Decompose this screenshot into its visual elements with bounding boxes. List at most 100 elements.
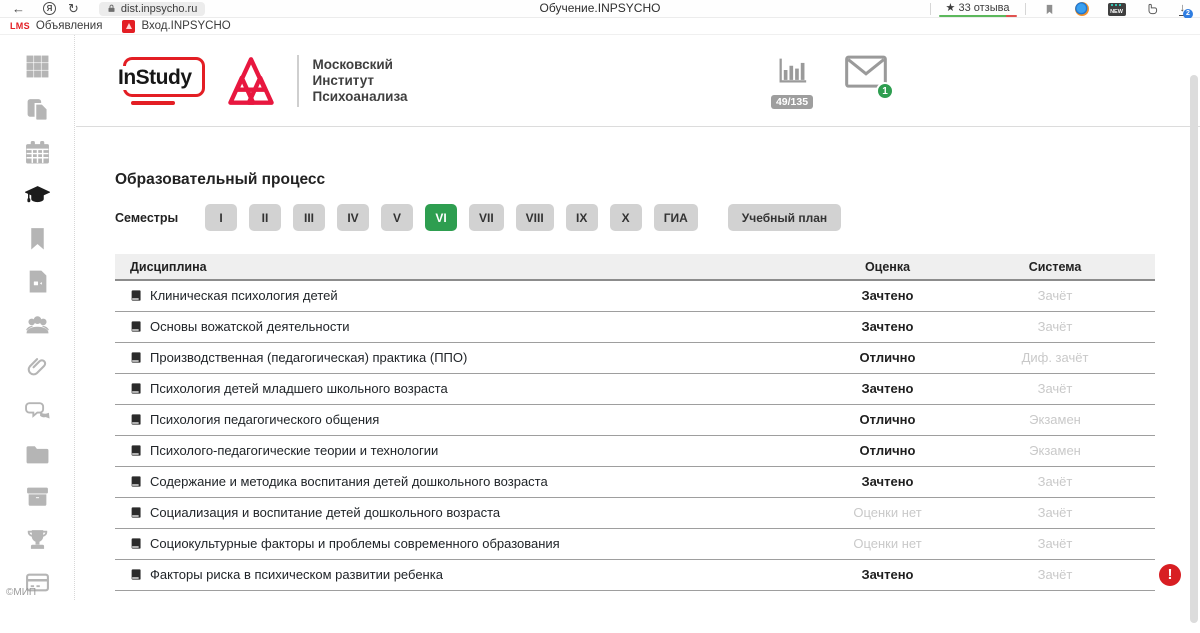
discipline-link[interactable]: Содержание и методика воспитания детей д… <box>150 474 548 489</box>
discipline-link[interactable]: Социокультурные факторы и проблемы совре… <box>150 536 560 551</box>
book-icon <box>130 537 143 550</box>
divider <box>297 55 299 107</box>
discipline-link[interactable]: Факторы риска в психическом развитии реб… <box>150 567 443 582</box>
alert-icon[interactable]: ! <box>1159 564 1181 586</box>
book-icon <box>130 320 143 333</box>
copyright-label: ©МИП <box>6 587 36 598</box>
hand-card-icon[interactable] <box>1145 2 1160 16</box>
discipline-link[interactable]: Психология детей младшего школьного возр… <box>150 381 448 396</box>
book-icon <box>130 382 143 395</box>
chat-icon <box>25 398 50 423</box>
column-header: Дисциплина <box>115 254 820 280</box>
semester-button-II[interactable]: II <box>249 204 281 231</box>
discipline-link[interactable]: Основы вожатской деятельности <box>150 319 350 334</box>
table-row: Психолого-педагогические теории и технол… <box>115 435 1155 466</box>
address-bar[interactable]: dist.inpsycho.ru <box>99 2 205 16</box>
discipline-link[interactable]: Психолого-педагогические теории и технол… <box>150 443 438 458</box>
extension-icon[interactable] <box>1075 2 1089 16</box>
sidebar-item-apps-grid[interactable] <box>25 54 50 79</box>
apps-grid-icon <box>25 54 50 79</box>
table-row: Основы вожатской деятельности ЗачтеноЗачё… <box>115 311 1155 342</box>
downloads-icon[interactable]: ↓ 2 <box>1179 3 1187 16</box>
graduation-cap-icon <box>25 183 50 208</box>
table-row: Социализация и воспитание детей дошкольн… <box>115 497 1155 528</box>
semester-button-V[interactable]: V <box>381 204 413 231</box>
system-cell: Зачёт <box>955 373 1155 404</box>
discipline-link[interactable]: Клиническая психология детей <box>150 288 338 303</box>
semester-button-VI[interactable]: VI <box>425 204 457 231</box>
bookmark-flag-icon[interactable] <box>1044 3 1055 16</box>
semester-button-IX[interactable]: IX <box>566 204 598 231</box>
table-row: Психология детей младшего школьного возр… <box>115 373 1155 404</box>
paperclip-icon <box>25 355 50 380</box>
new-extension-icon[interactable]: NEW <box>1108 3 1126 16</box>
trophy-icon <box>25 527 50 552</box>
bookmark-announcements[interactable]: LMS Объявления <box>10 20 102 32</box>
bookmark-icon <box>25 226 50 251</box>
table-row: Клиническая психология детейЗачтеноЗачёт <box>115 280 1155 311</box>
sidebar-item-calendar[interactable] <box>25 140 50 165</box>
scrollbar-thumb[interactable] <box>1190 75 1198 623</box>
reviews-rating-bar <box>939 15 1017 18</box>
institute-name[interactable]: Московский Институт Психоанализа <box>313 57 408 105</box>
discipline-link[interactable]: Производственная (педагогическая) практи… <box>150 350 467 365</box>
refresh-icon[interactable]: ↻ <box>68 2 79 15</box>
sidebar-item-users[interactable] <box>25 312 50 337</box>
site-header: InStudy Московский Институт Психоанализа <box>76 35 1200 127</box>
sidebar-item-bookmark[interactable] <box>25 226 50 251</box>
grade-cell: Зачтено <box>820 466 955 497</box>
sidebar-item-paperclip[interactable] <box>25 355 50 380</box>
sidebar-item-trophy[interactable] <box>25 527 50 552</box>
system-cell: Зачёт <box>955 311 1155 342</box>
sidebar-item-archive[interactable] <box>25 484 50 509</box>
sidebar-item-chat[interactable] <box>25 398 50 423</box>
yandex-icon[interactable]: Я <box>43 2 56 15</box>
disciplines-table: ДисциплинаОценкаСистема Клиническая псих… <box>115 254 1155 591</box>
discipline-link[interactable]: Социализация и воспитание детей дошкольн… <box>150 505 500 520</box>
tab-title: Обучение.INPSYCHO <box>540 1 661 15</box>
folder-icon <box>25 441 50 466</box>
grade-cell: Отлично <box>820 404 955 435</box>
mip-triangle-logo-icon[interactable] <box>225 54 277 108</box>
semester-button-IV[interactable]: IV <box>337 204 369 231</box>
semester-button-X[interactable]: X <box>610 204 642 231</box>
table-row: Факторы риска в психическом развитии реб… <box>115 559 1155 590</box>
grade-cell: Оценки нет <box>820 497 955 528</box>
grade-cell: Зачтено <box>820 559 955 590</box>
discipline-link[interactable]: Психология педагогического общения <box>150 412 379 427</box>
institute-line: Московский <box>313 57 408 73</box>
progress-badge: 49/135 <box>771 95 813 109</box>
semester-row: Семестры IIIIIIIVVVIVIIVIIIIXXГИА Учебны… <box>115 204 1200 231</box>
progress-widget[interactable]: 49/135 <box>770 53 814 110</box>
instudy-logo-text: InStudy <box>115 66 195 90</box>
institute-line: Институт <box>313 73 408 89</box>
sidebar-item-video-file[interactable] <box>25 269 50 294</box>
semester-button-III[interactable]: III <box>293 204 325 231</box>
mail-widget[interactable]: 1 <box>844 55 890 94</box>
study-plan-button[interactable]: Учебный план <box>728 204 841 231</box>
system-cell: Экзамен <box>955 435 1155 466</box>
table-row: Содержание и методика воспитания детей д… <box>115 466 1155 497</box>
sidebar-item-folder[interactable] <box>25 441 50 466</box>
grade-cell: Зачтено <box>820 311 955 342</box>
lock-icon <box>107 3 116 14</box>
sidebar-item-graduation-cap[interactable] <box>25 183 50 208</box>
sidebar-item-pages[interactable] <box>25 97 50 122</box>
bookmarks-bar: LMS Объявления Вход.INPSYCHO <box>0 18 1200 35</box>
bookmark-login[interactable]: Вход.INPSYCHO <box>122 20 230 33</box>
bookmark-label: Вход.INPSYCHO <box>141 20 230 32</box>
table-row: Психология педагогического общения Отличн… <box>115 404 1155 435</box>
table-header-row: ДисциплинаОценкаСистема <box>115 254 1155 280</box>
table-row: Производственная (педагогическая) практи… <box>115 342 1155 373</box>
pages-icon <box>25 97 50 122</box>
mip-logo-icon <box>122 20 135 33</box>
semester-button-I[interactable]: I <box>205 204 237 231</box>
semester-button-ГИА[interactable]: ГИА <box>654 204 698 231</box>
reviews-widget[interactable]: ★ 33 отзыва <box>939 1 1017 18</box>
url-text: dist.inpsycho.ru <box>121 3 197 15</box>
instudy-logo[interactable]: InStudy <box>115 53 207 109</box>
back-icon[interactable]: ← <box>12 2 25 15</box>
semester-button-VII[interactable]: VII <box>469 204 504 231</box>
semester-button-VIII[interactable]: VIII <box>516 204 554 231</box>
book-icon <box>130 506 143 519</box>
